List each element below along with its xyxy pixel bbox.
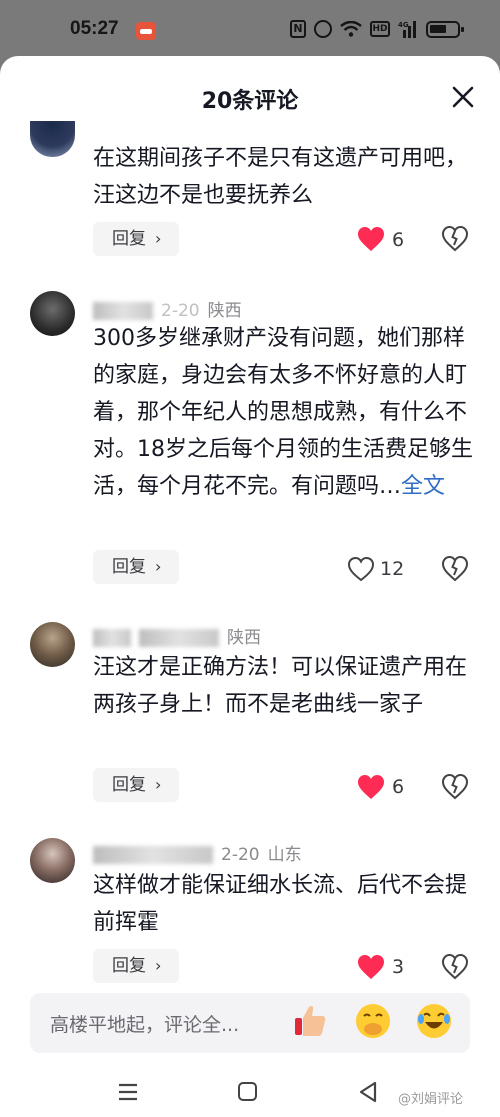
comment-text: 300多岁继承财产没有问题，她们那样的家庭，身边会有太多不怀好意的人盯着，那个年… xyxy=(93,320,478,505)
comment-location: 山东 xyxy=(267,845,302,865)
watermark: @刘娟评论 xyxy=(398,1092,464,1107)
comment-date: 2-20 xyxy=(161,301,200,321)
hd-icon: HD xyxy=(370,21,390,37)
reply-button[interactable]: 回复 › xyxy=(93,949,179,983)
reply-button[interactable]: 回复 › xyxy=(93,550,179,584)
author-name[interactable] xyxy=(93,629,131,647)
comment-location: 陕西 xyxy=(227,628,261,648)
comment-sheet: 20条评论 在这期间孩子不是只有这遗产可用吧，汪这边不是也要抚养么 回复 › 6… xyxy=(0,56,500,1117)
page-title: 20条评论 xyxy=(201,89,299,114)
chevron-right-icon: › xyxy=(155,557,162,576)
chevron-right-icon: › xyxy=(155,956,162,975)
broken-heart-icon[interactable] xyxy=(442,556,468,582)
alarm-icon xyxy=(314,20,332,38)
home-icon[interactable] xyxy=(238,1082,257,1101)
heart-icon[interactable] xyxy=(357,954,385,980)
comment-text: 汪这才是正确方法！可以保证遗产用在两孩子身上！而不是老曲线一家子 xyxy=(93,655,468,717)
sheet-header: 20条评论 xyxy=(0,56,500,136)
broken-heart-icon[interactable] xyxy=(442,226,468,252)
avatar[interactable] xyxy=(30,121,75,157)
broken-heart-icon[interactable] xyxy=(442,954,468,980)
reply-label: 回复 xyxy=(112,956,146,976)
back-icon[interactable] xyxy=(358,1081,378,1103)
comment-meta: 2-20 山东 xyxy=(93,840,310,865)
comment-input-placeholder: 高楼平地起，评论全... xyxy=(50,1014,240,1036)
full-text-link[interactable]: 全文 xyxy=(401,474,445,499)
reply-label: 回复 xyxy=(112,229,146,249)
comment-date xyxy=(139,629,219,647)
avatar[interactable] xyxy=(30,838,75,883)
reply-label: 回复 xyxy=(112,557,146,577)
close-icon[interactable] xyxy=(450,84,476,110)
thumbs-up-emoji-icon[interactable] xyxy=(292,1003,328,1039)
app-notification-icon xyxy=(136,22,156,40)
status-bar: 05:27 N HD 4G xyxy=(0,0,500,60)
like-count: 6 xyxy=(392,776,405,798)
nfc-icon: N xyxy=(290,20,306,38)
like-count: 3 xyxy=(392,956,405,978)
comment-input[interactable]: 高楼平地起，评论全... xyxy=(30,993,470,1053)
heart-outline-icon[interactable] xyxy=(347,556,375,582)
comment-meta: 2-20 陕西 xyxy=(93,296,250,321)
status-icons: N HD 4G xyxy=(290,20,464,38)
signal-icon: 4G xyxy=(398,21,416,38)
menu-icon[interactable] xyxy=(118,1083,138,1101)
network-type-label: 4G xyxy=(398,21,409,29)
like-count: 6 xyxy=(392,229,405,251)
laughing-crying-emoji-icon[interactable] xyxy=(416,1003,452,1039)
like-count: 12 xyxy=(380,558,405,580)
chevron-right-icon: › xyxy=(155,775,162,794)
author-name[interactable] xyxy=(93,302,153,320)
comment-meta: 陕西 xyxy=(93,623,269,648)
heart-icon[interactable] xyxy=(357,226,385,252)
comment-date: 2-20 xyxy=(221,845,260,865)
reply-label: 回复 xyxy=(112,775,146,795)
battery-icon xyxy=(426,20,464,38)
reply-button[interactable]: 回复 › xyxy=(93,222,179,256)
comment-text: 在这期间孩子不是只有这遗产可用吧，汪这边不是也要抚养么 xyxy=(93,146,468,208)
broken-heart-icon[interactable] xyxy=(442,774,468,800)
comment-location: 陕西 xyxy=(207,301,242,321)
reply-button[interactable]: 回复 › xyxy=(93,768,179,802)
wifi-icon xyxy=(340,21,362,37)
comment-text: 这样做才能保证细水长流、后代不会提前挥霍 xyxy=(93,873,468,935)
status-time: 05:27 xyxy=(70,18,119,39)
author-name[interactable] xyxy=(93,846,213,864)
avatar[interactable] xyxy=(30,291,75,336)
hand-over-mouth-emoji-icon[interactable] xyxy=(355,1003,391,1039)
chevron-right-icon: › xyxy=(155,229,162,248)
avatar[interactable] xyxy=(30,622,75,667)
heart-icon[interactable] xyxy=(357,774,385,800)
